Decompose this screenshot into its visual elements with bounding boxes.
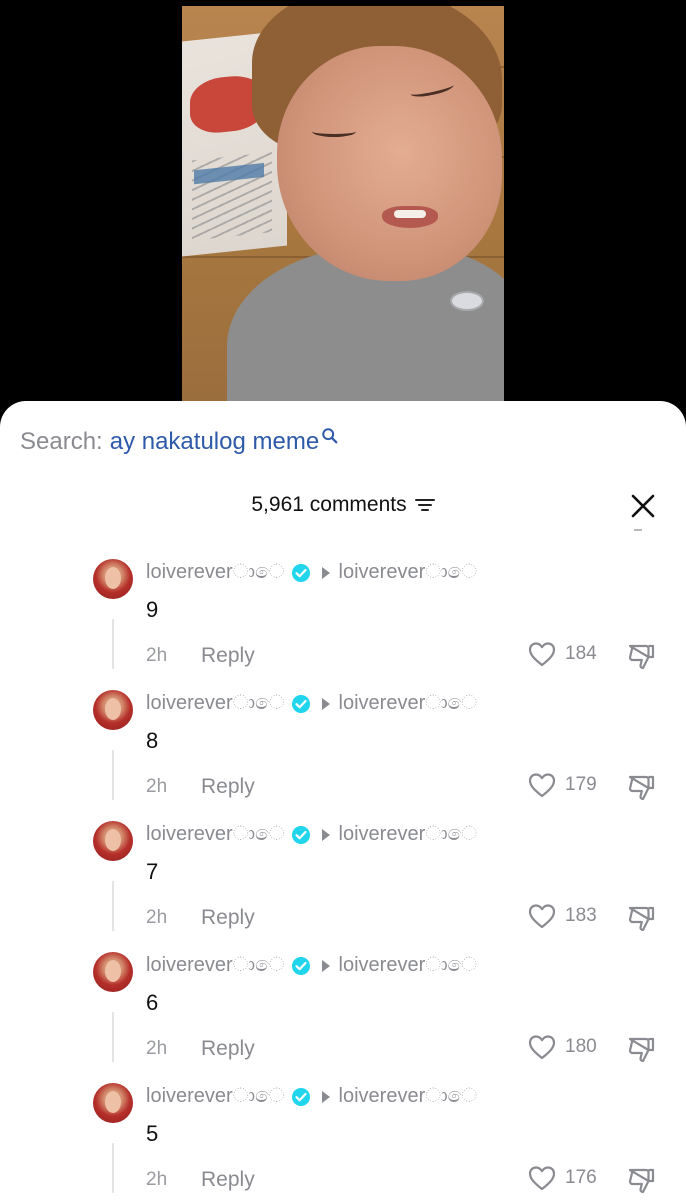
search-icon[interactable] — [321, 427, 339, 445]
tiktok-comments-screen: Search: ay nakatulog meme 5,961 comments — [0, 0, 686, 1200]
reply-arrow-icon — [321, 1090, 330, 1103]
comment-count: 5,961 comments — [251, 493, 407, 516]
verified-badge-icon — [291, 956, 310, 975]
video-person-mouth — [382, 206, 438, 228]
comments-sheet: Search: ay nakatulog meme 5,961 comments — [0, 401, 686, 1200]
verified-badge-icon — [291, 694, 310, 713]
heart-icon[interactable] — [528, 1034, 556, 1060]
reply-button[interactable]: Reply — [201, 906, 255, 930]
author-name[interactable]: loivereverාෙ — [146, 954, 285, 977]
comment-item: loivereverාෙ loivereverාෙ 8 2h Reply 179 — [0, 690, 686, 821]
comment-item: loivereverාෙ loivereverාෙ 7 2h Reply 183 — [0, 821, 686, 952]
thumbs-down-icon[interactable] — [626, 772, 656, 802]
thread-line — [112, 881, 114, 931]
comments-header: 5,961 comments — [0, 485, 686, 525]
avatar[interactable] — [93, 952, 133, 992]
video-person-face — [277, 46, 502, 281]
heart-icon[interactable] — [528, 772, 556, 798]
comment-time: 2h — [146, 907, 168, 928]
like-count: 184 — [565, 643, 597, 664]
heart-icon[interactable] — [528, 903, 556, 929]
comment-item: loivereverාෙ loivereverාෙ 5 2h Reply 176 — [0, 1083, 686, 1200]
comment-author-row: loivereverාෙ loivereverාෙ — [146, 1085, 477, 1108]
thumbs-down-icon[interactable] — [626, 903, 656, 933]
thumbs-down-icon[interactable] — [626, 641, 656, 671]
reply-arrow-icon — [321, 959, 330, 972]
comment-text: 6 — [146, 990, 159, 1015]
search-label: Search: — [20, 428, 103, 455]
author-name[interactable]: loivereverාෙ — [146, 561, 285, 584]
verified-badge-icon — [291, 1087, 310, 1106]
like-count: 176 — [565, 1167, 597, 1188]
video-person-necklace — [450, 291, 484, 311]
reply-arrow-icon — [321, 697, 330, 710]
scroll-indicator — [634, 529, 642, 531]
reply-button[interactable]: Reply — [201, 775, 255, 799]
reply-arrow-icon — [321, 828, 330, 841]
video-player[interactable] — [0, 0, 686, 420]
comment-time: 2h — [146, 1169, 168, 1190]
reply-to-name[interactable]: loivereverාෙ — [339, 1085, 478, 1108]
comment-count-row: 5,961 comments — [0, 493, 686, 517]
heart-icon[interactable] — [528, 1165, 556, 1191]
avatar[interactable] — [93, 559, 133, 599]
thread-line — [112, 619, 114, 669]
like-button[interactable]: 180 — [528, 1034, 597, 1060]
comment-item: loivereverාෙ loivereverාෙ 6 2h Reply 180 — [0, 952, 686, 1083]
comment-text: 5 — [146, 1121, 159, 1146]
like-count: 179 — [565, 774, 597, 795]
avatar[interactable] — [93, 821, 133, 861]
comment-text: 9 — [146, 597, 159, 622]
like-button[interactable]: 176 — [528, 1165, 597, 1191]
verified-badge-icon — [291, 563, 310, 582]
like-count: 180 — [565, 1036, 597, 1057]
author-name[interactable]: loivereverාෙ — [146, 692, 285, 715]
comment-item: loivereverාෙ loivereverාෙ 9 2h Reply 184 — [0, 559, 686, 690]
like-button[interactable]: 184 — [528, 641, 597, 667]
like-button[interactable]: 179 — [528, 772, 597, 798]
verified-badge-icon — [291, 825, 310, 844]
comment-time: 2h — [146, 645, 168, 666]
comment-author-row: loivereverාෙ loivereverාෙ — [146, 954, 477, 977]
like-count: 183 — [565, 905, 597, 926]
reply-button[interactable]: Reply — [201, 1168, 255, 1192]
video-person-eye — [312, 126, 356, 137]
thread-line — [112, 750, 114, 800]
comment-time: 2h — [146, 776, 168, 797]
avatar[interactable] — [93, 690, 133, 730]
reply-button[interactable]: Reply — [201, 1037, 255, 1061]
thread-line — [112, 1143, 114, 1193]
video-frame[interactable] — [182, 6, 504, 416]
comment-author-row: loivereverාෙ loivereverාෙ — [146, 692, 477, 715]
comment-time: 2h — [146, 1038, 168, 1059]
reply-button[interactable]: Reply — [201, 644, 255, 668]
avatar[interactable] — [93, 1083, 133, 1123]
search-query-link[interactable]: ay nakatulog meme — [110, 428, 319, 456]
comment-author-row: loivereverාෙ loivereverාෙ — [146, 823, 477, 846]
reply-to-name[interactable]: loivereverාෙ — [339, 561, 478, 584]
reply-to-name[interactable]: loivereverාෙ — [339, 954, 478, 977]
reply-arrow-icon — [321, 566, 330, 579]
author-name[interactable]: loivereverාෙ — [146, 1085, 285, 1108]
thread-line — [112, 1012, 114, 1062]
comment-text: 8 — [146, 728, 159, 753]
comment-text: 7 — [146, 859, 159, 884]
like-button[interactable]: 183 — [528, 903, 597, 929]
close-icon[interactable] — [628, 491, 658, 521]
reply-to-name[interactable]: loivereverාෙ — [339, 823, 478, 846]
heart-icon[interactable] — [528, 641, 556, 667]
author-name[interactable]: loivereverාෙ — [146, 823, 285, 846]
thumbs-down-icon[interactable] — [626, 1165, 656, 1195]
comment-author-row: loivereverාෙ loivereverාෙ — [146, 561, 477, 584]
thumbs-down-icon[interactable] — [626, 1034, 656, 1064]
reply-to-name[interactable]: loivereverාෙ — [339, 692, 478, 715]
search-suggestion[interactable]: Search: ay nakatulog meme — [20, 425, 339, 459]
filter-icon[interactable] — [414, 497, 435, 513]
